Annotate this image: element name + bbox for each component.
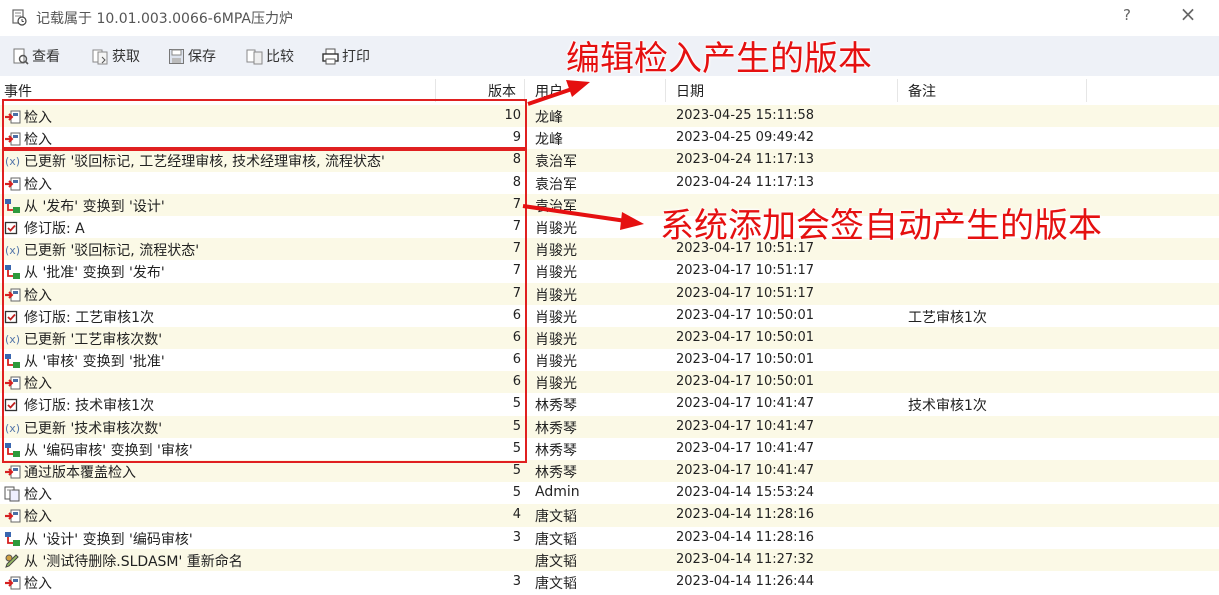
annotation-arrows bbox=[522, 80, 644, 230]
annotation-edit-checkin: 编辑检入产生的版本 bbox=[566, 39, 873, 80]
annotation-auto-version: 系统添加会签自动产生的版本 bbox=[660, 206, 1103, 247]
